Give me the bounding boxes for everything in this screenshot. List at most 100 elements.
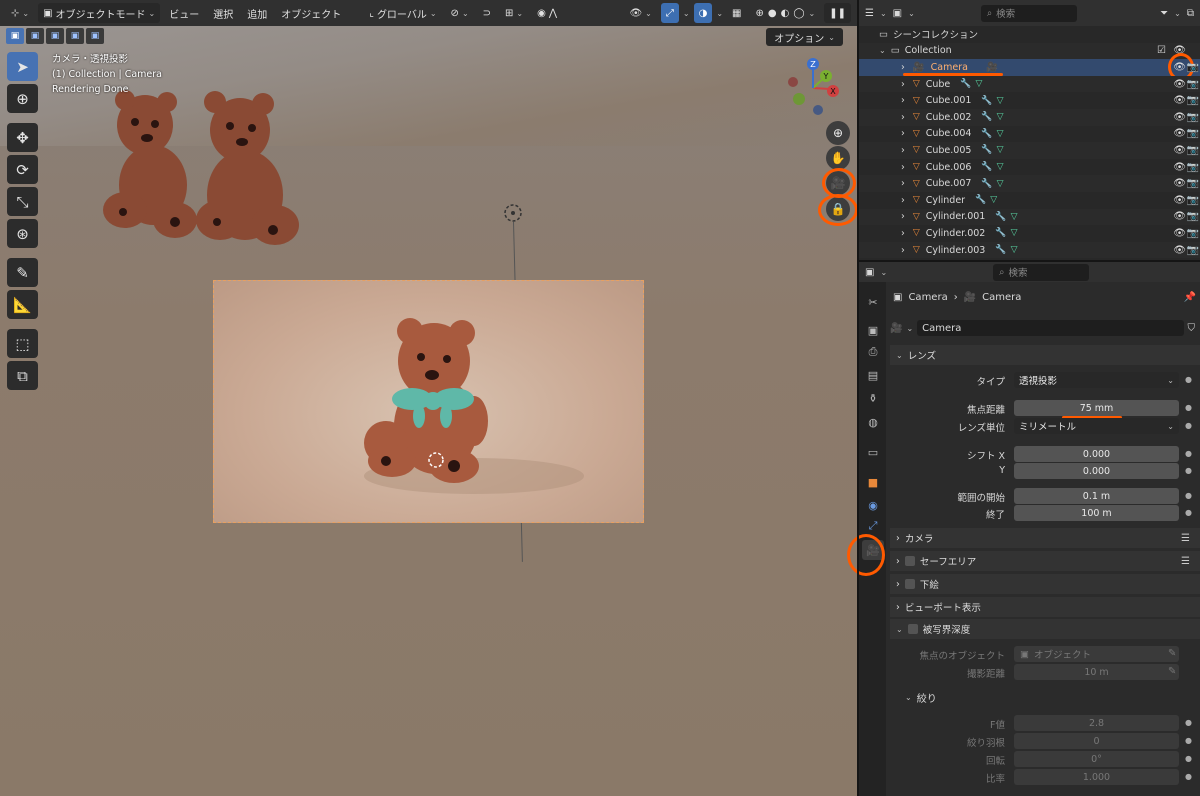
mesh-data-icon[interactable]: ▽ [997,96,1004,106]
expand-icon[interactable]: › [901,128,905,139]
aperture-subpanel-header[interactable]: ⌄ 絞り [905,690,937,705]
rotation-field[interactable]: 0° [1014,751,1179,767]
mesh-data-icon[interactable]: ▽ [997,145,1004,155]
collection-tab-icon[interactable]: ▭ [862,442,884,462]
measure-tool-icon[interactable]: 📐 [7,290,38,319]
collection-checkbox-icon[interactable]: ☑ [1157,45,1166,56]
navigation-gizmo[interactable]: Z Y X [783,56,847,120]
xray-toggle[interactable]: ▦ [727,3,746,23]
keyframe-dot-icon[interactable]: ● [1185,375,1192,384]
options-dropdown[interactable]: オプション ⌄ [766,28,843,46]
move-tool-icon[interactable]: ✥ [7,123,38,152]
fake-user-shield-icon[interactable]: ⛉ [1188,323,1196,334]
expand-icon[interactable]: › [901,162,905,173]
render-camera-icon[interactable]: 📷 [1187,95,1199,106]
safe-areas-checkbox[interactable] [904,556,915,566]
mesh-data-icon[interactable]: ▽ [1011,212,1018,222]
render-tab-icon[interactable]: ▣ [862,320,884,340]
visibility-eye-icon[interactable]: 👁 [1173,162,1186,173]
keyframe-dot-icon[interactable]: ● [1185,718,1192,727]
render-camera-icon[interactable]: 📷 [1187,128,1199,139]
tool-tab-icon[interactable]: ✂ [862,292,884,312]
datablock-name-field[interactable]: Camera [917,320,1184,336]
visibility-eye-icon[interactable]: 👁 [1173,245,1186,256]
mesh-data-icon[interactable]: ▽ [997,162,1004,172]
modifier-wrench-icon[interactable]: 🔧 [995,228,1006,238]
pan-hand-icon[interactable]: ✋ [826,146,850,170]
lens-panel-header[interactable]: ⌄ レンズ [890,345,1200,365]
render-camera-icon[interactable]: 📷 [1187,245,1199,256]
gizmo-toggle[interactable]: ⤢ [660,3,679,23]
editor-type-button[interactable]: ⊹ ⌄ [6,3,34,23]
keyframe-dot-icon[interactable]: ● [1185,403,1192,412]
pause-button[interactable]: ❚❚ [824,3,851,23]
outliner-item[interactable]: › ▽ Cube.002 🔧 ▽ 👁 📷 [859,109,1200,126]
modifier-wrench-icon[interactable]: 🔧 [981,96,992,106]
modifier-wrench-icon[interactable]: 🔧 [981,112,992,122]
modifier-wrench-icon[interactable]: 🔧 [995,245,1006,255]
clip-end-field[interactable]: 100 m [1014,505,1179,521]
background-images-checkbox[interactable] [904,579,915,589]
expand-icon[interactable]: › [901,245,905,256]
focal-length-field[interactable]: 75 mm [1014,400,1179,416]
mesh-data-icon[interactable]: ▽ [1011,245,1018,255]
mesh-data-icon[interactable]: ▽ [997,112,1004,122]
3d-viewport[interactable]: ⊹ ⌄ ▣ オブジェクトモード ⌄ ビュー 選択 追加 オブジェクト ⌞ グローバル… [0,0,857,796]
render-camera-icon[interactable]: 📷 [1187,62,1199,73]
add-object-tool-icon[interactable]: ⧉ [7,361,38,390]
visibility-eye-icon[interactable]: 👁 [1173,79,1186,90]
expand-icon[interactable]: › [901,195,905,206]
collapse-icon[interactable]: ⌄ [879,46,886,55]
modifier-wrench-icon[interactable]: 🔧 [995,212,1006,222]
render-camera-icon[interactable]: 📷 [1187,195,1199,206]
modifier-wrench-icon[interactable]: 🔧 [981,162,992,172]
render-camera-icon[interactable]: 📷 [1187,112,1199,123]
presets-icon[interactable]: ☰ [1181,533,1190,544]
world-tab-icon[interactable]: ◍ [862,412,884,432]
shift-y-field[interactable]: 0.000 [1014,463,1179,479]
transform-tool-icon[interactable]: ⊛ [7,219,38,248]
filter-view-icon[interactable]: ▣ [893,8,902,19]
camera-panel-header[interactable]: › カメラ ☰ [890,528,1200,548]
keyframe-dot-icon[interactable]: ● [1185,449,1192,458]
new-collection-icon[interactable]: ⧉ [1187,8,1194,19]
scale-tool-icon[interactable]: ⤡ [7,187,38,216]
visibility-eye-icon[interactable]: 👁 [1173,145,1186,156]
visibility-eye-icon[interactable]: 👁 [1173,128,1186,139]
render-camera-icon[interactable]: 📷 [1187,228,1199,239]
snap-button[interactable]: ⊃ [478,3,496,23]
object-tab-icon[interactable]: ■ [862,472,884,492]
keyframe-dot-icon[interactable]: ● [1185,736,1192,745]
add-cube-tool-icon[interactable]: ⬚ [7,329,38,358]
expand-icon[interactable]: › [901,79,905,90]
outliner-item[interactable]: › ▽ Cylinder.003 🔧 ▽ 👁 📷 [859,241,1200,259]
menu-object[interactable]: オブジェクト [276,3,346,23]
annotate-tool-icon[interactable]: ✎ [7,258,38,287]
expand-icon[interactable]: › [901,178,905,189]
viewport-display-panel-header[interactable]: › ビューポート表示 [890,597,1200,617]
filter-icon[interactable]: ⏷ [1160,8,1168,19]
render-camera-icon[interactable]: 📷 [1187,211,1199,222]
keyframe-dot-icon[interactable]: ● [1185,421,1192,430]
material-shading-icon[interactable]: ◐ [781,8,790,19]
outliner-item[interactable]: › ▽ Cube.005 🔧 ▽ 👁 📷 [859,142,1200,159]
mesh-data-icon[interactable]: ▽ [997,129,1004,139]
select-invert-icon[interactable]: ▣ [66,28,84,44]
menu-select[interactable]: 選択 [208,3,238,23]
expand-icon[interactable]: › [901,211,905,222]
proportional-edit-button[interactable]: ◉ ⋀ [532,3,562,23]
keyframe-dot-icon[interactable]: ● [1185,508,1192,517]
visibility-eye-icon[interactable]: 👁 [1173,228,1186,239]
camera-data-icon[interactable]: 🎥 [986,62,998,73]
outliner-item[interactable]: › ▽ Cube.007 🔧 ▽ 👁 📷 [859,175,1200,192]
expand-icon[interactable]: › [901,95,905,106]
presets-icon[interactable]: ☰ [1181,556,1190,567]
mode-select[interactable]: ▣ オブジェクトモード ⌄ [38,3,161,23]
expand-icon[interactable]: › [901,228,905,239]
ratio-field[interactable]: 1.000 [1014,769,1179,785]
view-layer-tab-icon[interactable]: ▤ [862,365,884,385]
transform-orientation-select[interactable]: ⌞ グローバル ⌄ [364,3,441,23]
output-tab-icon[interactable]: ⎙ [862,342,884,362]
keyframe-dot-icon[interactable]: ● [1185,772,1192,781]
expand-icon[interactable]: › [901,62,905,73]
